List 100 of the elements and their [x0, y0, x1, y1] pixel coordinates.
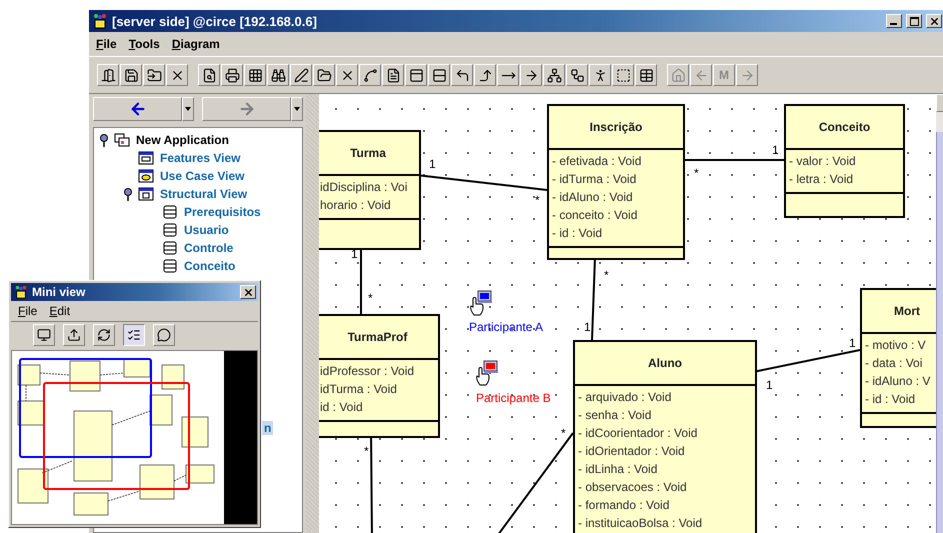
class-icon: [162, 223, 178, 237]
attribute-text: idProfessor : Void: [320, 363, 416, 380]
binoculars-icon: [270, 68, 286, 82]
window-title: Mini view: [32, 285, 86, 299]
multiplicity-label: *: [561, 427, 566, 439]
document-icon: [386, 68, 400, 82]
class-box[interactable]: Aluno - arquivado : Void - senha : Void - idCoorientador : Void - idOrientador : Void - idLinha : Void - observacoes : Void - formando : Void - instituicaoBolsa : Void: [573, 340, 757, 533]
participant-label: Participante A: [469, 320, 544, 334]
attribute-text: - idTurma : Void: [552, 171, 638, 188]
step-arrow-icon: [478, 68, 492, 82]
class-icon: [162, 205, 178, 219]
close-button[interactable]: [240, 285, 256, 299]
multiplicity-label: 1: [766, 379, 773, 391]
class-box[interactable]: Turma idDisciplina : Voi horario : Void: [319, 130, 421, 250]
folder-icon: [146, 68, 162, 82]
app-logo-icon: [92, 13, 108, 29]
class-box[interactable]: Inscrição - efetivada : Void - idTurma : Void - idAluno : Void - conceito : Void - id : Void: [547, 104, 685, 260]
tree-item[interactable]: n: [262, 421, 274, 435]
menu-item[interactable]: File: [96, 37, 117, 51]
curve-icon: [362, 68, 378, 82]
close-icon: [928, 16, 940, 26]
attribute-text: - idAluno : Void: [552, 189, 634, 206]
tree-item[interactable]: Controle: [182, 241, 236, 255]
maximize-button[interactable]: [906, 14, 922, 28]
attribute-text: id : Void: [320, 399, 364, 416]
expand-handle-icon[interactable]: [98, 133, 110, 147]
attribute-text: - arquivado : Void: [578, 389, 672, 406]
class-name: Inscrição: [549, 106, 683, 150]
scrollbar[interactable]: [936, 94, 943, 533]
tree-item[interactable]: Use Case View: [158, 169, 246, 183]
class-box[interactable]: Conceito - valor : Void - letra : Void: [784, 104, 905, 218]
tree-item[interactable]: New Application: [134, 133, 231, 147]
attribute-text: - idOrientador : Void: [578, 443, 686, 460]
attribute-text: idTurma : Void: [320, 381, 398, 398]
menu-item[interactable]: Tools: [128, 37, 160, 51]
multiplicity-label: *: [364, 445, 369, 457]
tree-item[interactable]: Prerequisitos: [182, 205, 263, 219]
menu-item[interactable]: Edit: [49, 304, 70, 318]
attribute-text: idDisciplina : Voi: [320, 179, 408, 196]
caret-icon: [294, 107, 300, 111]
attribute-text: - idAluno : V: [865, 373, 932, 390]
class-name: TurmaProf: [319, 316, 438, 360]
table-icon: [638, 68, 654, 82]
attribute-text: - letra : Void: [789, 171, 854, 188]
attribute-text: - instituicaoBolsa : Void: [578, 515, 704, 532]
tree-item[interactable]: Structural View: [158, 187, 250, 201]
multiplicity-label: 1: [772, 144, 779, 156]
forward-arrow-icon: [740, 68, 754, 82]
multiplicity-label: *: [535, 194, 540, 206]
close-button[interactable]: [926, 14, 942, 28]
pen-icon: [294, 68, 308, 82]
dropdown-button[interactable]: [182, 97, 194, 121]
multiplicity-label: 1: [351, 248, 358, 260]
attribute-text: - id : Void: [865, 391, 916, 408]
attribute-text: - formando : Void: [578, 497, 670, 514]
ellipse-window-icon: [138, 169, 154, 183]
class-name: Turma: [319, 132, 419, 176]
maximize-icon: [910, 16, 918, 26]
arrow-icon: [524, 68, 538, 82]
menu-item[interactable]: File: [18, 304, 38, 318]
hand-computer-icon: [469, 290, 493, 316]
multiplicity-label: *: [368, 292, 373, 304]
class-icon: [162, 241, 178, 255]
attribute-text: - data : Voi: [865, 355, 924, 372]
class-box[interactable]: Mort - motivo : V - data : Voi - idAluno : V - id : Void: [860, 288, 936, 428]
expand-handle-icon[interactable]: [122, 187, 134, 201]
tree-item[interactable]: Conceito: [182, 259, 238, 273]
rows-icon: [432, 68, 446, 82]
attribute-text: - observacoes : Void: [578, 479, 688, 496]
attribute-text: - idLinha : Void: [578, 461, 658, 478]
multiplicity-label: 1: [849, 337, 856, 349]
refresh-icon: [97, 328, 111, 342]
participant-label: Participante B: [476, 391, 551, 405]
multiplicity-label: *: [694, 167, 699, 179]
hand-computer-icon: [475, 360, 499, 386]
attribute-text: - efetivada : Void: [552, 153, 642, 170]
app-logo-icon: [14, 285, 28, 299]
printer-icon: [224, 68, 240, 82]
preview-icon: [202, 68, 216, 82]
attribute-text: - senha : Void: [578, 407, 652, 424]
panel-icon: [408, 68, 424, 82]
tree-item[interactable]: Usuario: [182, 223, 231, 237]
dropdown-button[interactable]: [291, 97, 303, 121]
attribute-text: - valor : Void: [789, 153, 857, 170]
hierarchy-icon: [546, 68, 562, 82]
class-name: Conceito: [786, 106, 903, 150]
speech-bubble-icon: [157, 328, 171, 342]
class-name: Aluno: [575, 342, 755, 386]
minimize-button[interactable]: [886, 14, 902, 28]
class-icon: [162, 259, 178, 273]
workflow-icon: [570, 68, 584, 82]
tree-item[interactable]: Features View: [158, 151, 242, 165]
caret-icon: [185, 107, 191, 111]
back-button[interactable]: [93, 97, 182, 121]
corner-arrow-icon: [454, 68, 470, 82]
menu-item[interactable]: Diagram: [172, 37, 220, 51]
attribute-text: horario : Void: [320, 197, 392, 214]
class-box[interactable]: TurmaProf idProfessor : Void idTurma : Void id : Void: [319, 314, 440, 438]
forward-arrow-icon: [238, 100, 256, 118]
toolbar-button[interactable]: [123, 324, 145, 346]
